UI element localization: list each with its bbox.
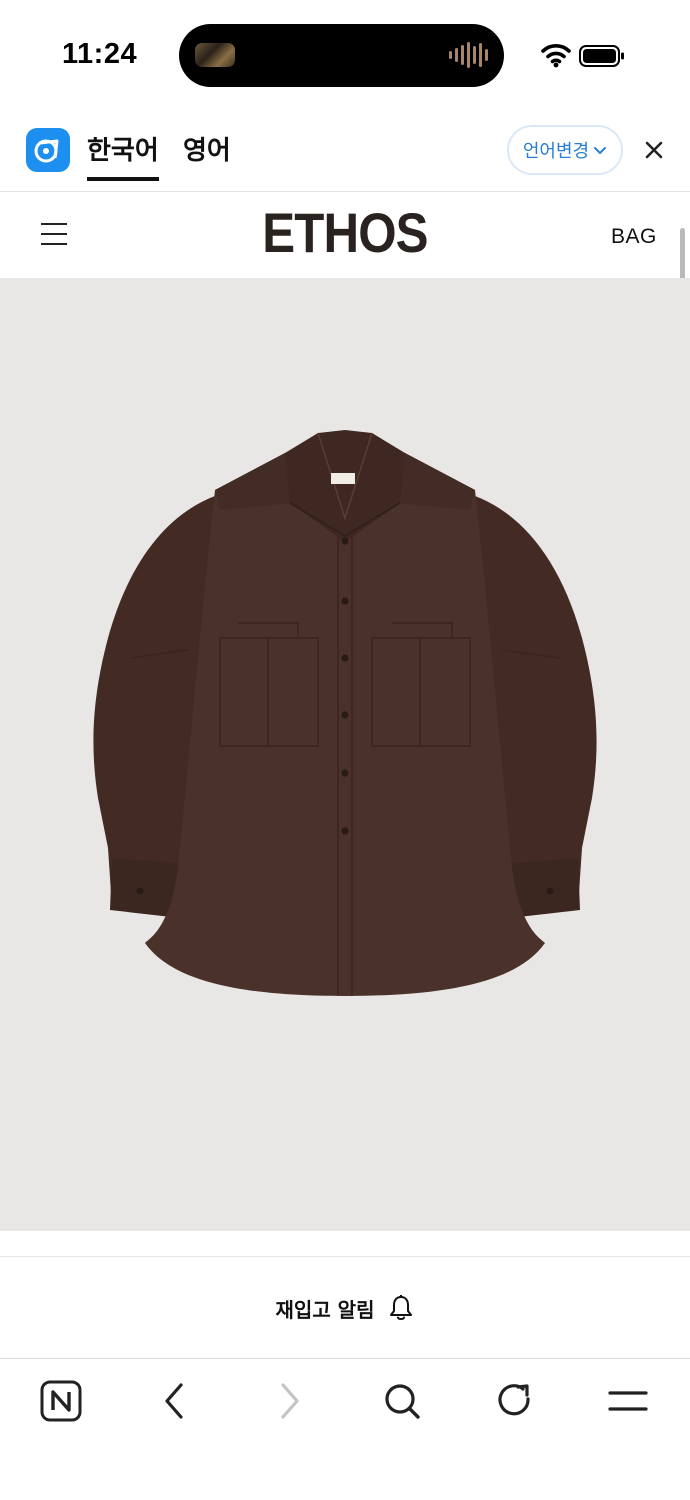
bag-link[interactable]: BAG [611, 225, 657, 249]
translate-bar: 한국어 영어 언어변경 [0, 108, 690, 192]
refresh-icon[interactable] [493, 1379, 537, 1423]
status-time: 11:24 [62, 38, 138, 70]
chevron-down-icon [594, 147, 607, 155]
product-image[interactable] [0, 278, 690, 1231]
back-icon[interactable] [153, 1379, 197, 1423]
tab-english[interactable]: 영어 [183, 130, 231, 167]
tab-korean[interactable]: 한국어 [87, 130, 159, 181]
bell-icon [390, 1295, 413, 1320]
change-language-button[interactable]: 언어변경 [507, 125, 623, 175]
site-header: ETHOS BAG [0, 192, 690, 278]
status-bar: 11:24 [0, 0, 690, 108]
restock-alert-label: 재입고 알림 [275, 1297, 375, 1322]
naver-home-icon[interactable] [39, 1379, 83, 1423]
restock-alert-button[interactable]: 재입고 알림 [0, 1258, 690, 1358]
now-playing-artwork [195, 43, 235, 67]
wifi-icon [541, 44, 571, 68]
divider [0, 1256, 690, 1257]
forward-icon [281, 1383, 299, 1419]
dynamic-island[interactable] [179, 24, 504, 87]
close-icon[interactable] [640, 136, 668, 164]
shirt-illustration [93, 430, 597, 996]
menu-icon[interactable] [606, 1379, 650, 1423]
search-icon[interactable] [380, 1379, 424, 1423]
audio-waveform-icon [449, 40, 488, 70]
papago-icon[interactable] [26, 128, 70, 172]
brand-logo[interactable]: ETHOS [41, 200, 648, 265]
browser-toolbar [0, 1358, 690, 1500]
battery-icon [579, 45, 624, 67]
change-language-label: 언어변경 [522, 141, 590, 162]
